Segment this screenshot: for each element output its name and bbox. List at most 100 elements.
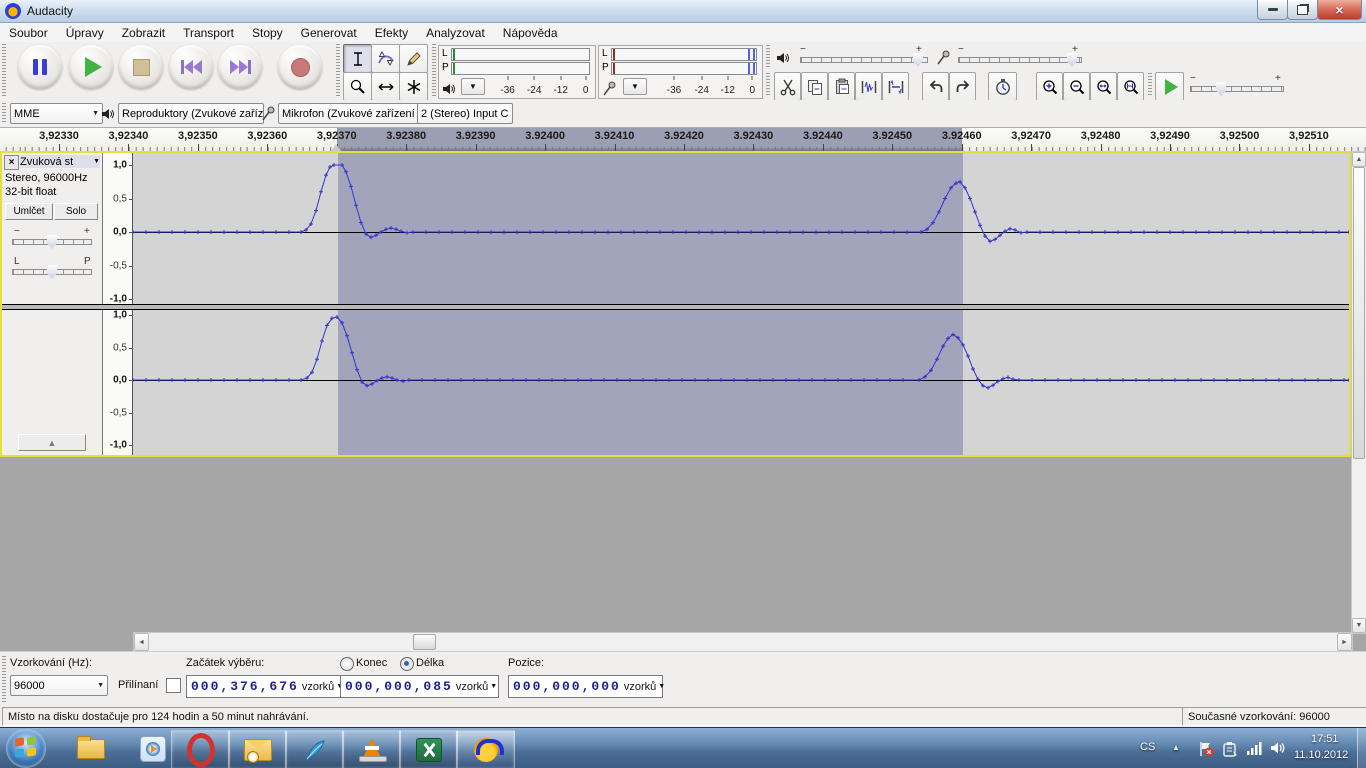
copy-button[interactable] xyxy=(801,72,828,101)
input-meter-dropdown[interactable]: ▼ xyxy=(623,78,647,95)
fit-project-button[interactable] xyxy=(1117,72,1144,101)
time-shift-tool-button[interactable] xyxy=(371,72,400,101)
zoom-in-button[interactable] xyxy=(1036,72,1063,101)
gain-slider[interactable] xyxy=(12,239,92,245)
recording-device-select[interactable]: Mikrofon (Zvukové zařízení Hig▼ xyxy=(278,103,422,124)
end-radio[interactable] xyxy=(340,657,354,671)
play-speed-slider[interactable] xyxy=(1190,86,1284,92)
show-hidden-icons-button[interactable]: ▲ xyxy=(1172,743,1180,752)
timeline-ruler[interactable]: 3,923303,923403,923503,923603,923703.923… xyxy=(0,128,1366,152)
close-button[interactable]: × xyxy=(1317,0,1362,20)
menu-zobrazit[interactable]: Zobrazit xyxy=(113,24,174,42)
tools-toolbar-grip[interactable] xyxy=(336,44,340,98)
taskbar-excel-button[interactable] xyxy=(399,730,458,768)
show-desktop-button[interactable] xyxy=(1357,728,1366,768)
pan-slider[interactable] xyxy=(12,269,92,275)
track-title-menu[interactable]: Zvuková st▼ xyxy=(20,155,100,168)
taskbar-explorer-button[interactable] xyxy=(62,730,119,767)
track-close-button[interactable]: × xyxy=(4,155,19,170)
undo-button[interactable] xyxy=(922,72,949,101)
chevron-down-icon[interactable]: ▼ xyxy=(658,683,665,690)
meter-toolbar-grip[interactable] xyxy=(432,44,436,98)
trim-audio-button[interactable] xyxy=(855,72,882,101)
play-at-speed-button[interactable] xyxy=(1155,72,1184,101)
fit-selection-button[interactable] xyxy=(1090,72,1117,101)
silence-audio-button[interactable] xyxy=(882,72,909,101)
record-button[interactable] xyxy=(278,45,322,89)
scroll-down-button[interactable]: ▼ xyxy=(1352,618,1366,633)
tray-update-icon[interactable] xyxy=(1222,741,1238,757)
selection-toolbar-grip[interactable] xyxy=(2,656,6,702)
solo-button[interactable]: Solo xyxy=(54,203,98,220)
menu-napoveda[interactable]: Nápověda xyxy=(494,24,567,42)
audio-position-field[interactable]: 000,000,000 vzorků ▼ xyxy=(508,675,663,698)
horizontal-scroll-thumb[interactable] xyxy=(413,634,436,650)
zoom-tool-button[interactable] xyxy=(343,72,372,101)
taskbar-opera-button[interactable] xyxy=(171,730,230,768)
draw-tool-button[interactable] xyxy=(399,44,428,73)
network-signal-icon[interactable] xyxy=(1246,741,1263,756)
selection-start-field[interactable]: 000,376,676 vzorků ▼ xyxy=(186,675,345,698)
redo-button[interactable] xyxy=(949,72,976,101)
scroll-right-button[interactable]: ► xyxy=(1337,633,1352,651)
audio-host-select[interactable]: MME▼ xyxy=(10,103,103,124)
taskbar-vlc-button[interactable] xyxy=(342,730,401,768)
output-meter-dropdown[interactable]: ▼ xyxy=(461,78,485,95)
play-button[interactable] xyxy=(69,45,113,89)
snap-to-checkbox[interactable] xyxy=(166,678,181,693)
mute-button[interactable]: Umlčet xyxy=(5,203,53,220)
menu-transport[interactable]: Transport xyxy=(174,24,243,42)
selection-start-grabber[interactable] xyxy=(331,144,341,151)
length-radio[interactable] xyxy=(400,657,414,671)
chevron-down-icon[interactable]: ▼ xyxy=(490,683,497,690)
multi-tool-button[interactable] xyxy=(399,72,428,101)
gain-thumb[interactable] xyxy=(47,235,57,249)
start-button[interactable] xyxy=(6,729,46,768)
mixer-toolbar-grip[interactable] xyxy=(766,45,770,69)
collapse-track-button[interactable]: ▲ xyxy=(18,434,86,451)
tray-clock-time[interactable]: 17:51 xyxy=(1311,733,1339,745)
scroll-left-button[interactable]: ◄ xyxy=(134,633,149,651)
pan-thumb[interactable] xyxy=(47,265,57,279)
minimize-button[interactable] xyxy=(1257,0,1288,20)
selection-tool-button[interactable] xyxy=(343,44,372,73)
selection-length-field[interactable]: 000,000,085 vzorků ▼ xyxy=(340,675,499,698)
transport-toolbar-grip[interactable] xyxy=(2,44,6,98)
edit-toolbar-grip[interactable] xyxy=(766,73,770,97)
waveform-channel-left[interactable] xyxy=(133,153,1349,305)
menu-soubor[interactable]: Soubor xyxy=(0,24,57,42)
playback-device-select[interactable]: Reproduktory (Zvukové zaříze▼ xyxy=(118,103,264,124)
pause-button[interactable] xyxy=(18,45,62,89)
scroll-up-button[interactable]: ▲ xyxy=(1352,152,1366,167)
envelope-tool-button[interactable] xyxy=(371,44,400,73)
cut-button[interactable] xyxy=(774,72,801,101)
menu-generovat[interactable]: Generovat xyxy=(292,24,366,42)
taskbar-feather-app-button[interactable] xyxy=(285,730,344,768)
menu-upravy[interactable]: Úpravy xyxy=(57,24,113,42)
recording-channels-select[interactable]: 2 (Stereo) Input C▼ xyxy=(417,103,513,124)
waveform-channel-right[interactable] xyxy=(133,310,1349,455)
taskbar-audacity-button[interactable] xyxy=(456,730,515,768)
transcription-toolbar-grip[interactable] xyxy=(1148,73,1152,97)
stop-button[interactable] xyxy=(119,45,163,89)
taskbar-outlook-button[interactable] xyxy=(228,730,287,768)
language-indicator[interactable]: CS xyxy=(1140,741,1155,753)
volume-icon[interactable] xyxy=(1270,741,1286,755)
input-volume-slider[interactable] xyxy=(958,57,1082,63)
action-center-flag-icon[interactable] xyxy=(1198,741,1214,757)
sample-rate-select[interactable]: 96000▼ xyxy=(10,675,108,696)
vertical-scroll-thumb[interactable] xyxy=(1353,167,1365,459)
paste-button[interactable] xyxy=(828,72,855,101)
horizontal-scrollbar[interactable]: ◄ ► xyxy=(133,632,1353,652)
output-volume-slider[interactable] xyxy=(800,57,928,63)
input-meter[interactable]: L P ▼ -36 -24 -12 0 xyxy=(598,45,763,99)
zoom-out-button[interactable] xyxy=(1063,72,1090,101)
restore-button[interactable] xyxy=(1287,0,1318,20)
title-bar[interactable]: Audacity × xyxy=(0,0,1366,23)
vertical-scrollbar[interactable]: ▲ ▼ xyxy=(1351,151,1366,634)
skip-to-start-button[interactable] xyxy=(169,45,213,89)
skip-to-end-button[interactable] xyxy=(218,45,262,89)
output-meter[interactable]: L P ▼ -36 -24 -12 0 xyxy=(438,45,596,99)
menu-stopy[interactable]: Stopy xyxy=(243,24,292,42)
output-volume-thumb[interactable] xyxy=(913,53,923,67)
